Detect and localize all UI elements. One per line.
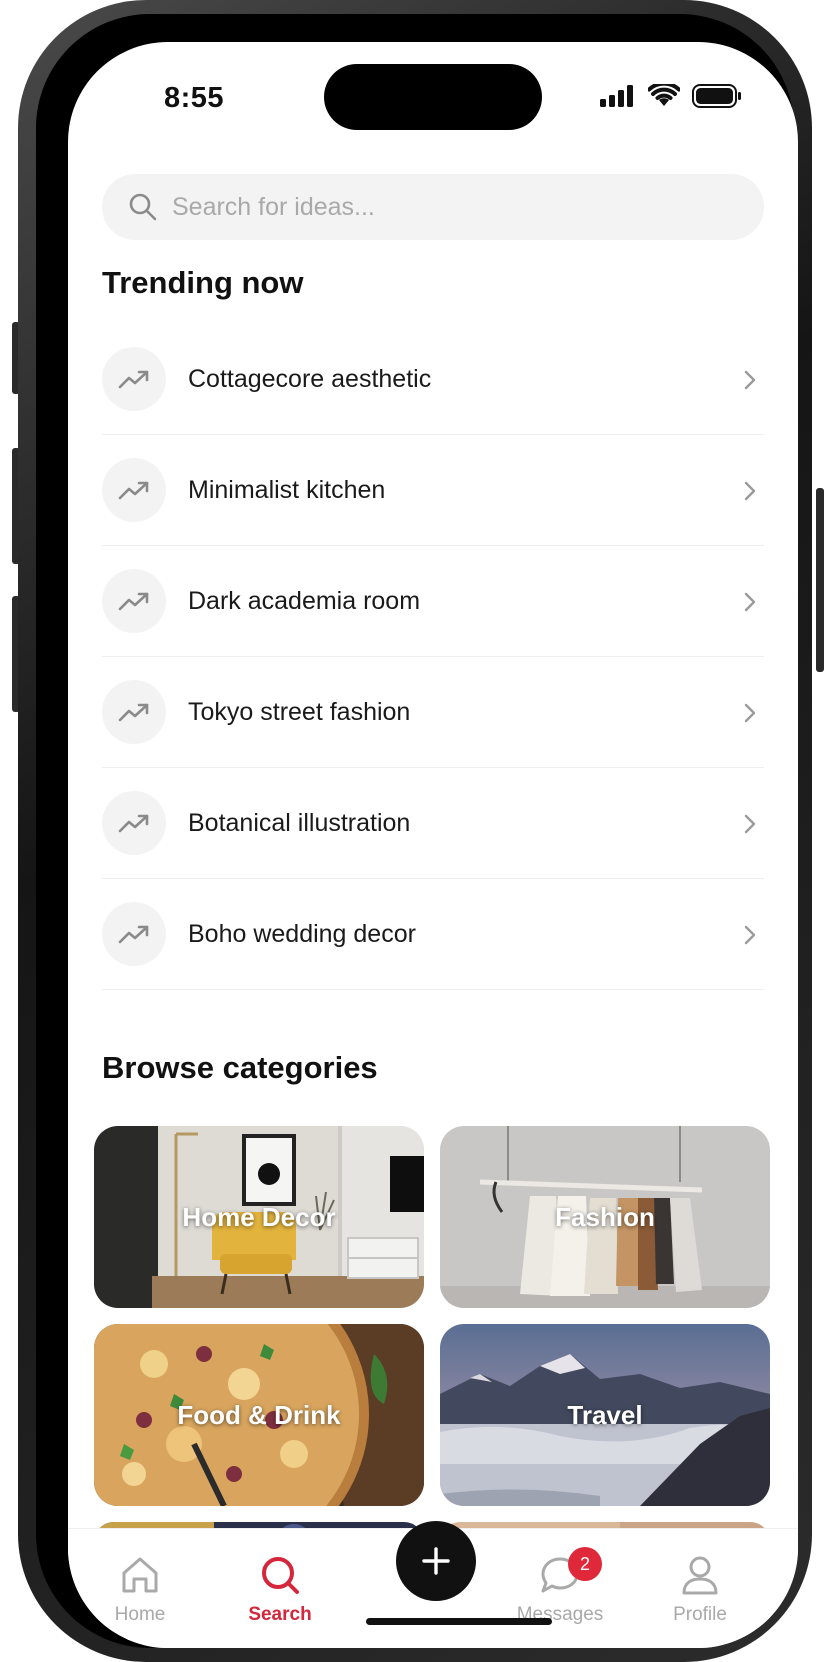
trending-heading: Trending now (102, 265, 304, 300)
phone-bezel: 8:55 Search for ideas... Trending now Co… (36, 14, 798, 1648)
bottom-tab-bar: Home Search 2 Messages Profile (68, 1521, 798, 1648)
search-icon (129, 193, 157, 221)
category-card-home-decor[interactable]: Home Decor (94, 1126, 424, 1308)
trending-up-icon (118, 925, 149, 944)
trending-item-label: Boho wedding decor (188, 919, 416, 948)
search-bar[interactable] (102, 174, 764, 240)
trending-up-icon (118, 703, 149, 722)
category-card-food-drink[interactable]: Food & Drink (94, 1324, 424, 1506)
dynamic-island (324, 64, 542, 130)
category-label: Travel (567, 1399, 643, 1430)
trending-item-label: Minimalist kitchen (188, 475, 386, 504)
wifi-icon (648, 84, 680, 106)
category-label: Fashion (555, 1201, 655, 1232)
phone-frame: 8:55 Search for ideas... Trending now Co… (18, 0, 812, 1662)
app-screen: 8:55 Search for ideas... Trending now Co… (68, 42, 798, 1648)
chevron-right-icon (744, 370, 756, 390)
trend-icon-wrap (102, 680, 166, 744)
trending-up-icon (118, 370, 149, 389)
status-bar: 8:55 (68, 42, 798, 152)
tab-label: Home (114, 1604, 166, 1625)
trending-item-label: Cottagecore aesthetic (188, 364, 432, 393)
category-label: Food & Drink (177, 1399, 341, 1430)
trend-icon-wrap (102, 902, 166, 966)
trending-item[interactable]: Dark academia room (102, 546, 764, 657)
category-card-fashion[interactable]: Fashion (440, 1126, 770, 1308)
categories-heading: Browse categories (102, 1050, 378, 1085)
category-card-travel[interactable]: Travel (440, 1324, 770, 1506)
trending-item[interactable]: Minimalist kitchen (102, 435, 764, 546)
plus-icon (422, 1547, 450, 1575)
search-icon (262, 1557, 299, 1594)
trending-item-label: Botanical illustration (188, 808, 411, 837)
cellular-signal-icon (600, 85, 633, 107)
chevron-right-icon (744, 481, 756, 501)
phone-device: 8:55 Search for ideas... Trending now Co… (12, 0, 824, 1662)
chevron-right-icon (744, 814, 756, 834)
trending-item[interactable]: Tokyo street fashion (102, 657, 764, 768)
trending-list: Cottagecore aesthetic Minimalist kitchen (102, 324, 764, 990)
battery-icon (692, 84, 741, 108)
chevron-right-icon (744, 592, 756, 612)
tab-home[interactable]: Home (80, 1555, 200, 1626)
tab-profile[interactable]: Profile (640, 1555, 760, 1626)
home-indicator (366, 1618, 552, 1625)
trend-icon-wrap (102, 569, 166, 633)
status-icons (600, 84, 742, 108)
tab-search[interactable]: Search (220, 1555, 340, 1626)
messages-badge: 2 (568, 1547, 602, 1581)
tab-label: Search (248, 1604, 312, 1625)
trending-item[interactable]: Boho wedding decor (102, 879, 764, 990)
tab-messages[interactable]: 2 Messages (500, 1547, 620, 1626)
home-icon (122, 1557, 158, 1593)
category-label: Home Decor (182, 1201, 336, 1232)
trending-up-icon (118, 481, 149, 500)
trend-icon-wrap (102, 791, 166, 855)
chevron-right-icon (744, 925, 756, 945)
chevron-right-icon (744, 703, 756, 723)
trend-icon-wrap (102, 458, 166, 522)
trending-up-icon (118, 814, 149, 833)
trending-item-label: Dark academia room (188, 586, 421, 615)
search-input[interactable] (170, 191, 734, 223)
person-icon (682, 1556, 718, 1595)
power-button (816, 488, 824, 672)
status-time: 8:55 (164, 82, 225, 114)
trend-icon-wrap (102, 347, 166, 411)
trending-item-label: Tokyo street fashion (188, 697, 411, 726)
create-button[interactable] (396, 1521, 476, 1601)
tab-label: Profile (673, 1604, 727, 1625)
trending-item[interactable]: Cottagecore aesthetic (102, 324, 764, 435)
trending-item[interactable]: Botanical illustration (102, 768, 764, 879)
trending-up-icon (118, 592, 149, 611)
